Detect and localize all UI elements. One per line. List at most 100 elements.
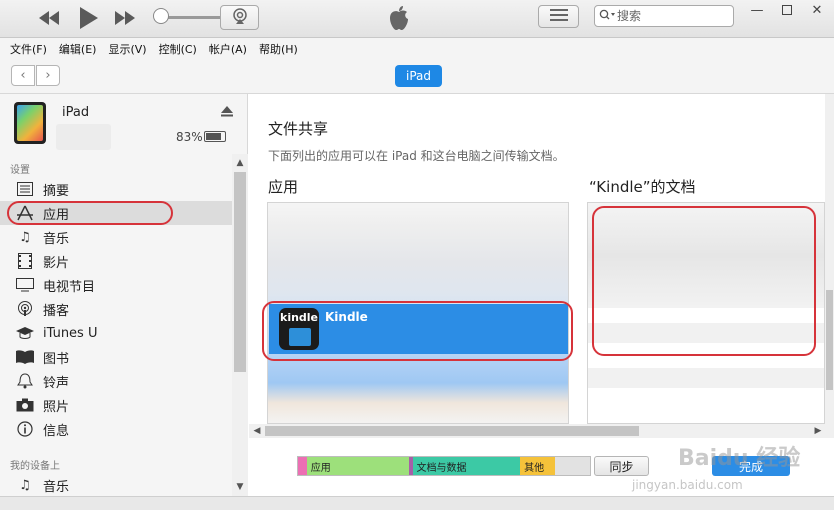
scroll-right-icon[interactable]: ▶ xyxy=(811,424,825,438)
horizontal-scroll-thumb[interactable] xyxy=(265,426,639,436)
airplay-icon xyxy=(231,8,249,27)
sidebar-item-apps[interactable]: 应用 xyxy=(0,201,232,225)
file-sharing-pane: 文件共享 下面列出的应用可以在 iPad 和这台电脑之间传输文档。 应用 “Ki… xyxy=(249,94,834,496)
documents-list-title: “Kindle”的文档 xyxy=(589,178,696,196)
list-view-button[interactable] xyxy=(538,5,579,28)
apps-list[interactable]: kindle Kindle xyxy=(267,202,569,424)
documents-list[interactable] xyxy=(587,202,825,424)
sidebar-item-music[interactable]: ♫ 音乐 xyxy=(0,225,232,249)
sidebar-item-label: 照片 xyxy=(43,399,70,415)
menu-help[interactable]: 帮助(H) xyxy=(259,41,298,57)
summary-icon xyxy=(16,180,34,198)
device-tab-ipad[interactable]: iPad xyxy=(395,65,442,87)
music-icon: ♫ xyxy=(19,477,31,493)
file-sharing-title: 文件共享 xyxy=(268,120,329,138)
play-icon[interactable] xyxy=(76,5,100,31)
sidebar-item-label: 应用 xyxy=(43,207,70,223)
menu-account[interactable]: 帐户(A) xyxy=(209,41,247,57)
sidebar-item-summary[interactable]: 摘要 xyxy=(0,177,232,201)
list-item-kindle[interactable]: kindle Kindle xyxy=(269,304,568,354)
section-settings: 设置 xyxy=(10,165,30,176)
sidebar-item-label: 影片 xyxy=(43,255,70,271)
navigation-row: ‹ › iPad xyxy=(0,60,834,94)
movie-icon xyxy=(16,252,34,270)
menu-view[interactable]: 显示(V) xyxy=(108,41,146,57)
capacity-segment: 应用 xyxy=(306,457,409,475)
volume-knob[interactable] xyxy=(153,8,169,24)
sidebar-scroll-thumb[interactable] xyxy=(234,172,246,372)
minimize-icon[interactable]: — xyxy=(742,0,772,20)
scroll-left-icon[interactable]: ◀ xyxy=(250,424,264,438)
vertical-scroll-thumb[interactable] xyxy=(826,290,833,390)
sidebar-item-label: iTunes U xyxy=(43,325,98,341)
podcast-icon xyxy=(16,300,34,318)
sidebar-item-tv-shows[interactable]: 电视节目 xyxy=(0,273,232,297)
document-row xyxy=(588,323,824,343)
menu-bar: 文件(F) 编辑(E) 显示(V) 控制(C) 帐户(A) 帮助(H) xyxy=(0,38,834,60)
sidebar-item-podcasts[interactable]: 播客 xyxy=(0,297,232,321)
back-button[interactable]: ‹ xyxy=(11,65,35,86)
scroll-down-icon[interactable]: ▼ xyxy=(232,480,248,494)
sidebar-item-books[interactable]: 图书 xyxy=(0,345,232,369)
done-button[interactable]: 完成 xyxy=(712,456,790,476)
apple-logo-icon xyxy=(384,2,414,34)
list-icon xyxy=(549,9,568,24)
forward-button[interactable]: › xyxy=(36,65,60,86)
chevron-left-icon: ‹ xyxy=(20,68,26,83)
sidebar-item-label: 铃声 xyxy=(43,375,70,391)
file-sharing-subtitle: 下面列出的应用可以在 iPad 和这台电脑之间传输文档。 xyxy=(268,149,565,163)
app-name: Kindle xyxy=(325,310,368,324)
sidebar-item-label: 信息 xyxy=(43,423,70,439)
sidebar-item-movies[interactable]: 影片 xyxy=(0,249,232,273)
maximize-icon[interactable] xyxy=(772,0,802,20)
capacity-segment: 文档与数据 xyxy=(412,457,521,475)
menu-edit[interactable]: 编辑(E) xyxy=(59,41,97,57)
book-icon xyxy=(16,348,34,366)
capacity-segment xyxy=(298,457,307,475)
search-input[interactable] xyxy=(617,9,717,23)
scroll-up-icon[interactable]: ▲ xyxy=(232,156,248,170)
airplay-button[interactable] xyxy=(220,5,259,30)
info-icon xyxy=(16,420,34,438)
chevron-right-icon: › xyxy=(45,68,51,83)
device-capacity-blurred xyxy=(56,124,111,150)
apps-icon xyxy=(16,204,34,222)
menu-file[interactable]: 文件(F) xyxy=(10,41,47,57)
sidebar-item-label: 图书 xyxy=(43,351,70,367)
sidebar-item-label: 音乐 xyxy=(43,479,70,495)
itunes-u-icon xyxy=(16,324,34,342)
sync-button[interactable]: 同步 xyxy=(594,456,649,476)
apps-list-title: 应用 xyxy=(268,178,299,196)
document-item-blurred[interactable] xyxy=(588,203,824,308)
sidebar-item-itunes-u[interactable]: iTunes U xyxy=(0,321,232,345)
close-icon[interactable]: ✕ xyxy=(802,0,832,20)
bell-icon xyxy=(16,372,34,390)
search-icon xyxy=(599,9,615,24)
kindle-app-icon: kindle xyxy=(279,308,319,350)
music-icon: ♫ xyxy=(19,229,31,245)
sidebar-item-tones[interactable]: 铃声 xyxy=(0,369,232,393)
capacity-segment xyxy=(555,457,590,475)
sidebar-item-label: 摘要 xyxy=(43,183,70,199)
capacity-segment: 其他 xyxy=(520,457,556,475)
battery-percent: 83% xyxy=(176,130,203,144)
sidebar-item-photos[interactable]: 照片 xyxy=(0,393,232,417)
status-bar xyxy=(0,496,834,510)
tv-icon xyxy=(16,276,34,294)
sidebar-item-info[interactable]: 信息 xyxy=(0,417,232,441)
sidebar: iPad 83% 设置 摘要 应用 ♫ 音乐 影片 电视节目 播客 iTunes… xyxy=(0,94,248,496)
fast-forward-icon[interactable] xyxy=(112,8,138,28)
document-row xyxy=(588,368,824,388)
menu-controls[interactable]: 控制(C) xyxy=(159,41,197,57)
section-my-device: 我的设备上 xyxy=(10,461,60,472)
kindle-icon-text: kindle xyxy=(280,311,319,324)
search-field[interactable] xyxy=(594,5,734,27)
eject-icon[interactable] xyxy=(221,106,233,120)
rewind-icon[interactable] xyxy=(36,8,62,28)
device-name: iPad xyxy=(62,105,90,120)
sidebar-item-device-music[interactable]: ♫ 音乐 xyxy=(0,473,232,497)
camera-icon xyxy=(16,396,34,414)
storage-capacity-bar: 应用 文档与数据 其他 xyxy=(297,456,591,476)
sidebar-item-label: 音乐 xyxy=(43,231,70,247)
sidebar-item-label: 播客 xyxy=(43,303,70,319)
